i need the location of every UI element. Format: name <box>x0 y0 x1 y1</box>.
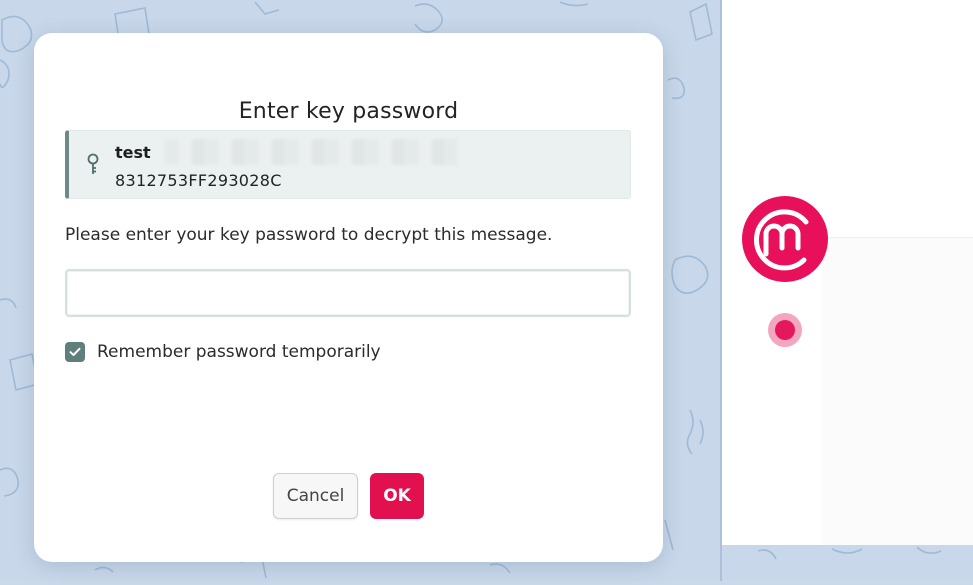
dialog-title: Enter key password <box>238 99 459 124</box>
pane-lower-area <box>822 238 973 545</box>
right-pane-bottom <box>722 545 973 581</box>
key-fingerprint: 8312753FF293028C <box>115 171 282 190</box>
password-input[interactable] <box>65 269 631 317</box>
redacted-email <box>164 139 457 165</box>
remember-password-option[interactable]: Remember password temporarily <box>65 341 381 363</box>
key-password-dialog: Enter key password test 8312753FF293028C… <box>34 33 663 562</box>
password-prompt: Please enter your key password to decryp… <box>65 225 553 245</box>
cancel-button[interactable]: Cancel <box>273 473 358 519</box>
remember-label: Remember password temporarily <box>97 342 381 362</box>
remember-checkbox[interactable] <box>65 342 85 362</box>
key-icon <box>86 153 100 181</box>
brand-logo-icon <box>742 196 828 282</box>
check-icon <box>69 347 81 356</box>
status-dot <box>768 313 802 347</box>
key-info-card: test 8312753FF293028C <box>65 130 631 199</box>
key-name: test <box>115 143 151 162</box>
ok-button[interactable]: OK <box>370 473 424 519</box>
doodle-icon <box>757 546 942 560</box>
